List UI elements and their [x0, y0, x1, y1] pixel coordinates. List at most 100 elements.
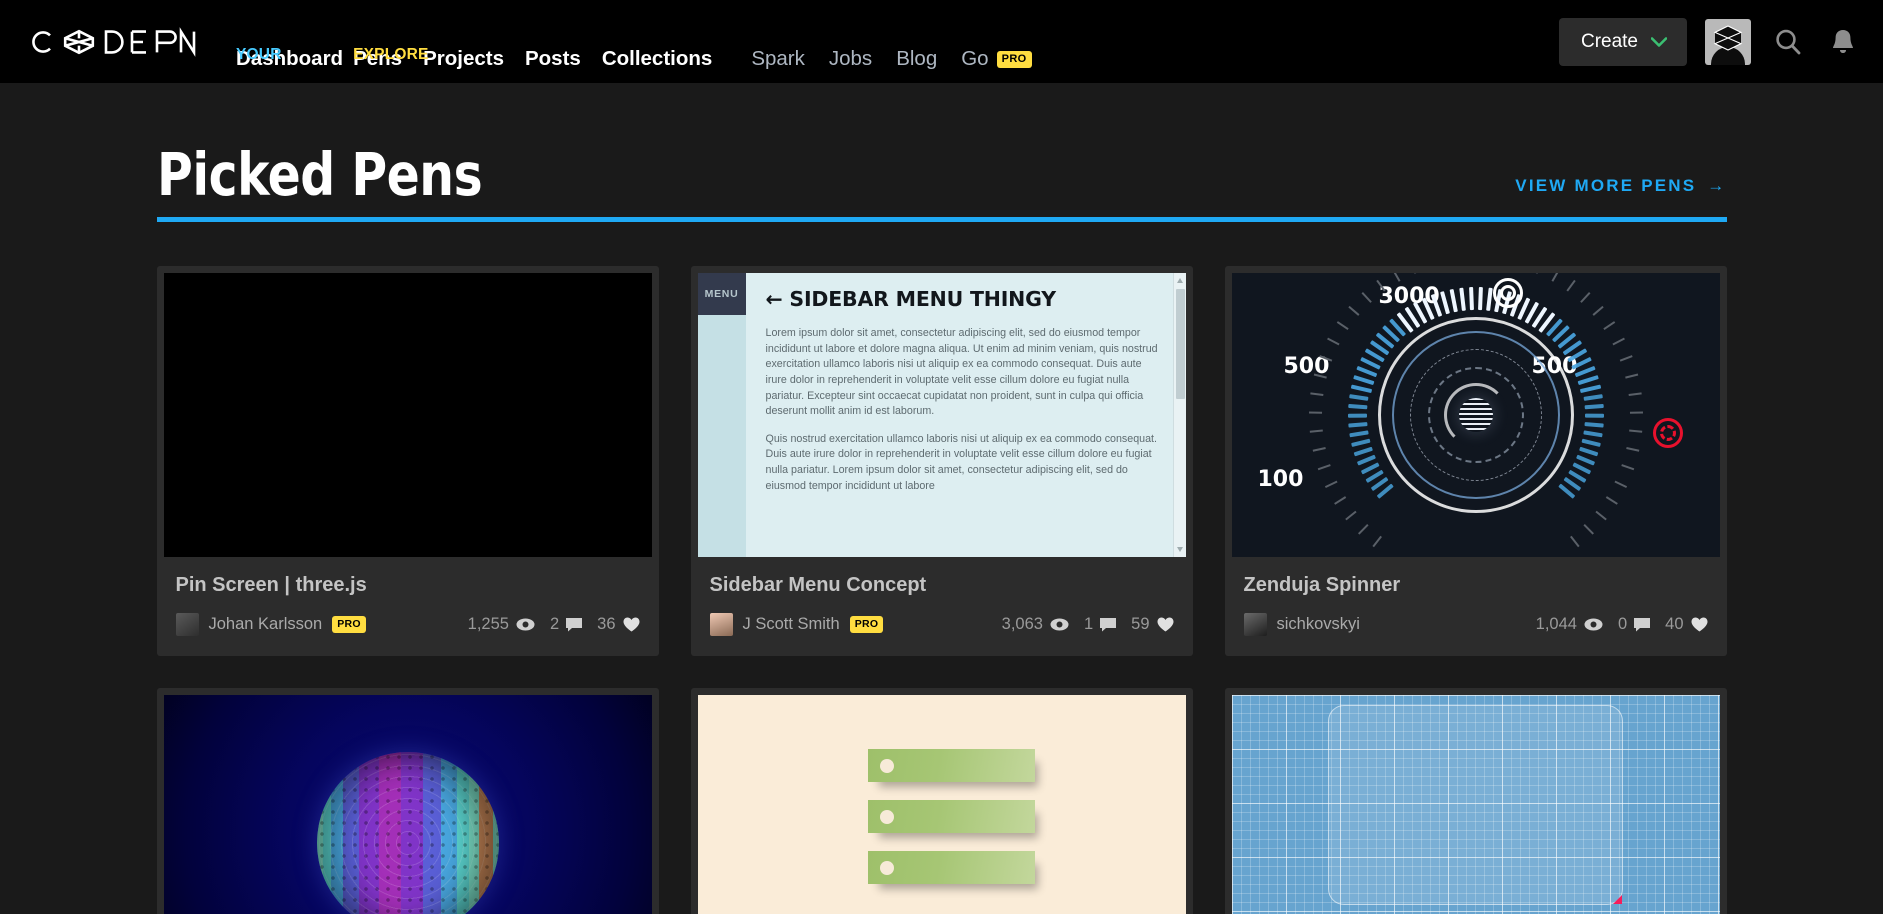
pen-preview[interactable]: MENU ← SIDEBAR MENU THINGY Lorem ipsum d…	[697, 273, 1186, 557]
pen-preview[interactable]	[163, 273, 652, 557]
comment-icon	[1100, 617, 1117, 631]
scroll-down-arrow-icon[interactable]	[1176, 547, 1183, 552]
preview-art-dot-sphere	[163, 695, 652, 914]
spinner-core-orb	[1458, 398, 1493, 432]
hearts-count: 36	[597, 615, 616, 633]
spinner-tick	[1347, 422, 1368, 428]
spinner-tick	[1584, 403, 1604, 410]
spinner-tick	[1348, 394, 1368, 401]
pen-preview[interactable]	[697, 695, 1186, 914]
spinner-outer-tick	[1361, 292, 1372, 303]
create-button[interactable]: Create	[1558, 17, 1687, 66]
blueprint-card-shape	[1327, 705, 1623, 905]
scroll-up-arrow-icon[interactable]	[1176, 278, 1183, 283]
pen-title[interactable]: Pin Screen | three.js	[176, 574, 640, 596]
spinner-tick	[1576, 375, 1599, 386]
view-more-pens-link[interactable]: VIEW MORE PENS →	[1515, 176, 1726, 204]
pen-author[interactable]: sichkovskyi	[1243, 613, 1360, 636]
eye-icon	[516, 618, 535, 631]
sidebar-heading: ← SIDEBAR MENU THINGY	[765, 287, 1057, 311]
preview-art-green-bars	[697, 695, 1186, 914]
eye-icon	[1584, 618, 1603, 631]
spinner-outer-tick	[1605, 496, 1618, 505]
spinner-outer-tick	[1317, 464, 1331, 471]
spinner-outer-tick	[1409, 273, 1416, 274]
pen-stats: 3,063 1 59	[1002, 615, 1174, 634]
preview-scrollbar[interactable]	[1172, 273, 1186, 557]
pen-card[interactable]: 3000 500 500 100 Zenduja Spinner sichkov…	[1224, 266, 1727, 656]
spinner-tick	[1584, 413, 1604, 418]
spinner-badge-white-inner	[1499, 285, 1516, 301]
spinner-outer-tick	[1611, 337, 1625, 346]
nav-kicker-your: YOUR	[236, 46, 282, 63]
search-button[interactable]	[1769, 23, 1807, 61]
views-count: 1,255	[467, 615, 509, 633]
notifications-button[interactable]	[1825, 23, 1861, 61]
sidebar-rail: MENU	[697, 273, 746, 557]
bell-icon	[1833, 29, 1853, 53]
pen-preview[interactable]: 3000 500 500 100	[1231, 273, 1720, 557]
spinner-tick	[1583, 422, 1604, 428]
spinner-outer-tick	[1592, 305, 1604, 316]
spinner-tick	[1347, 413, 1367, 418]
pen-card[interactable]: Pin Screen | three.js Johan Karlsson PRO…	[156, 266, 659, 656]
sidebar-panel: ← SIDEBAR MENU THINGY Lorem ipsum dolor …	[745, 273, 1186, 557]
pen-title[interactable]: Zenduja Spinner	[1244, 574, 1708, 596]
spinner-outer-tick	[1619, 355, 1633, 362]
nav-link-posts[interactable]: Posts	[525, 48, 591, 70]
comments-count: 0	[1617, 615, 1628, 633]
spinner-tick	[1353, 446, 1373, 457]
views-count: 3,063	[1001, 615, 1043, 633]
spinner-tick	[1579, 384, 1601, 394]
avatar	[1243, 613, 1267, 636]
pen-card[interactable]: MENU ← SIDEBAR MENU THINGY Lorem ipsum d…	[690, 266, 1193, 656]
hearts-count: 59	[1131, 615, 1150, 633]
hearts-stat: 59	[1131, 615, 1173, 634]
pen-card-footer: Sidebar Menu Concept J Scott Smith PRO 3…	[698, 557, 1186, 656]
nav-group-explore: EXPLORE Pens Projects Posts Collections	[353, 47, 723, 70]
pen-meta-row: J Scott Smith PRO 3,063 1 59	[709, 613, 1174, 636]
nav-link-blog[interactable]: Blog	[896, 48, 937, 70]
pen-card[interactable]	[1224, 688, 1727, 914]
views-count: 1,044	[1535, 615, 1577, 633]
spinner-outer-tick	[1628, 392, 1642, 397]
spinner-tick	[1350, 384, 1372, 394]
spinner-outer-tick	[1582, 523, 1594, 535]
pen-card[interactable]	[690, 688, 1193, 914]
pen-author[interactable]: J Scott Smith PRO	[709, 613, 884, 636]
pen-preview[interactable]	[163, 695, 652, 914]
pen-author[interactable]: Johan Karlsson PRO	[175, 613, 366, 636]
view-more-label: VIEW MORE PENS	[1515, 176, 1697, 195]
scrollbar-thumb[interactable]	[1175, 289, 1185, 399]
spinner-outer-tick	[1357, 523, 1369, 535]
comments-stat: 2	[550, 615, 583, 634]
arrow-right-icon: →	[1707, 176, 1727, 195]
spinner-tick	[1439, 291, 1450, 315]
heart-icon	[1691, 617, 1707, 632]
green-bar-2	[867, 800, 1035, 833]
comments-stat: 0	[1617, 615, 1651, 634]
nav-link-projects[interactable]: Projects	[423, 48, 514, 70]
nav-link-spark[interactable]: Spark	[751, 48, 805, 70]
sidebar-paragraph-1: Lorem ipsum dolor sit amet, consectetur …	[765, 327, 1158, 418]
nav-link-go-pro[interactable]: Go PRO	[961, 48, 1032, 70]
spinner-outer-tick	[1347, 305, 1359, 316]
nav-link-collections[interactable]: Collections	[602, 48, 723, 70]
spinner-outer-tick	[1613, 480, 1627, 489]
pro-badge: PRO	[849, 616, 884, 633]
nav-link-jobs[interactable]: Jobs	[829, 48, 872, 70]
sidebar-menu-tab: MENU	[697, 273, 746, 315]
pen-card[interactable]	[156, 688, 659, 914]
pen-title[interactable]: Sidebar Menu Concept	[710, 574, 1174, 596]
spinner-tick	[1348, 430, 1369, 438]
spinner-tick	[1449, 288, 1458, 313]
spinner-tick	[1350, 438, 1371, 447]
spinner-outer-tick	[1550, 273, 1560, 282]
pro-badge: PRO	[996, 50, 1032, 68]
spinner-outer-tick	[1344, 510, 1357, 521]
codepen-logo[interactable]	[24, 24, 196, 60]
spinner-badge-red-inner	[1659, 425, 1676, 441]
user-avatar[interactable]	[1705, 18, 1751, 65]
spinner-tick	[1583, 394, 1603, 401]
pen-preview[interactable]	[1231, 695, 1720, 914]
